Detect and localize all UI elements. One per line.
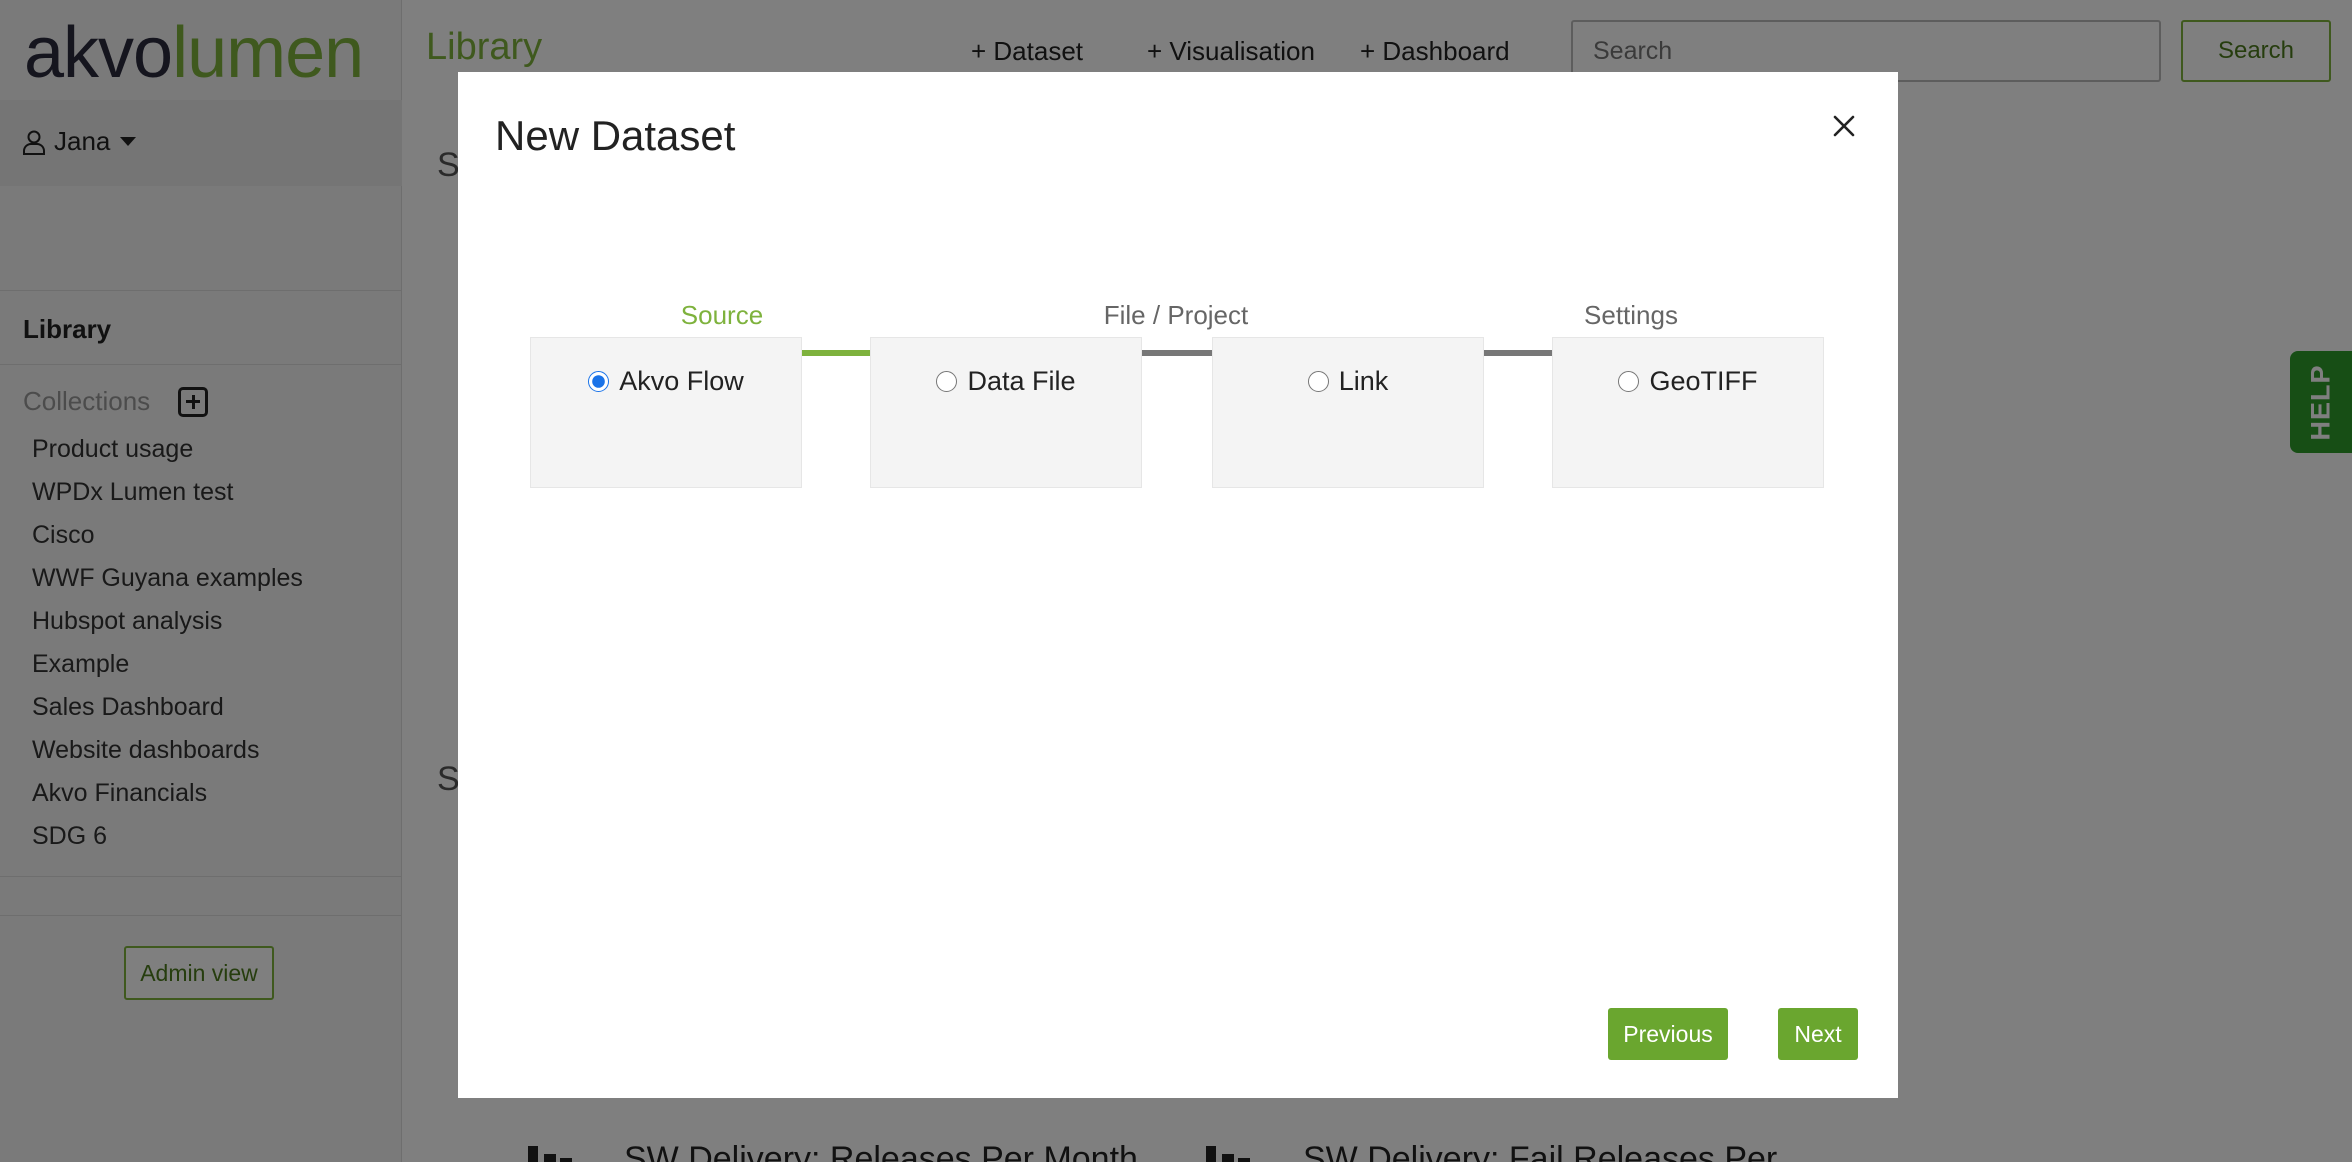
- close-button[interactable]: [1828, 110, 1860, 142]
- geotiff-radio[interactable]: [1618, 371, 1640, 392]
- data-file-radio[interactable]: [936, 371, 958, 392]
- source-option-geotiff[interactable]: GeoTIFF: [1552, 337, 1824, 488]
- source-option-link[interactable]: Link: [1212, 337, 1484, 488]
- previous-button[interactable]: Previous: [1608, 1008, 1728, 1060]
- close-icon: [1833, 115, 1855, 137]
- source-option-data-file[interactable]: Data File: [870, 337, 1142, 488]
- link-radio[interactable]: [1307, 371, 1329, 392]
- new-dataset-modal: New Dataset Source File / Project Settin…: [458, 72, 1898, 1098]
- source-option-akvo-flow[interactable]: Akvo Flow: [530, 337, 802, 488]
- modal-title: New Dataset: [495, 112, 736, 159]
- next-button[interactable]: Next: [1778, 1008, 1858, 1060]
- akvo-flow-radio[interactable]: [588, 371, 610, 392]
